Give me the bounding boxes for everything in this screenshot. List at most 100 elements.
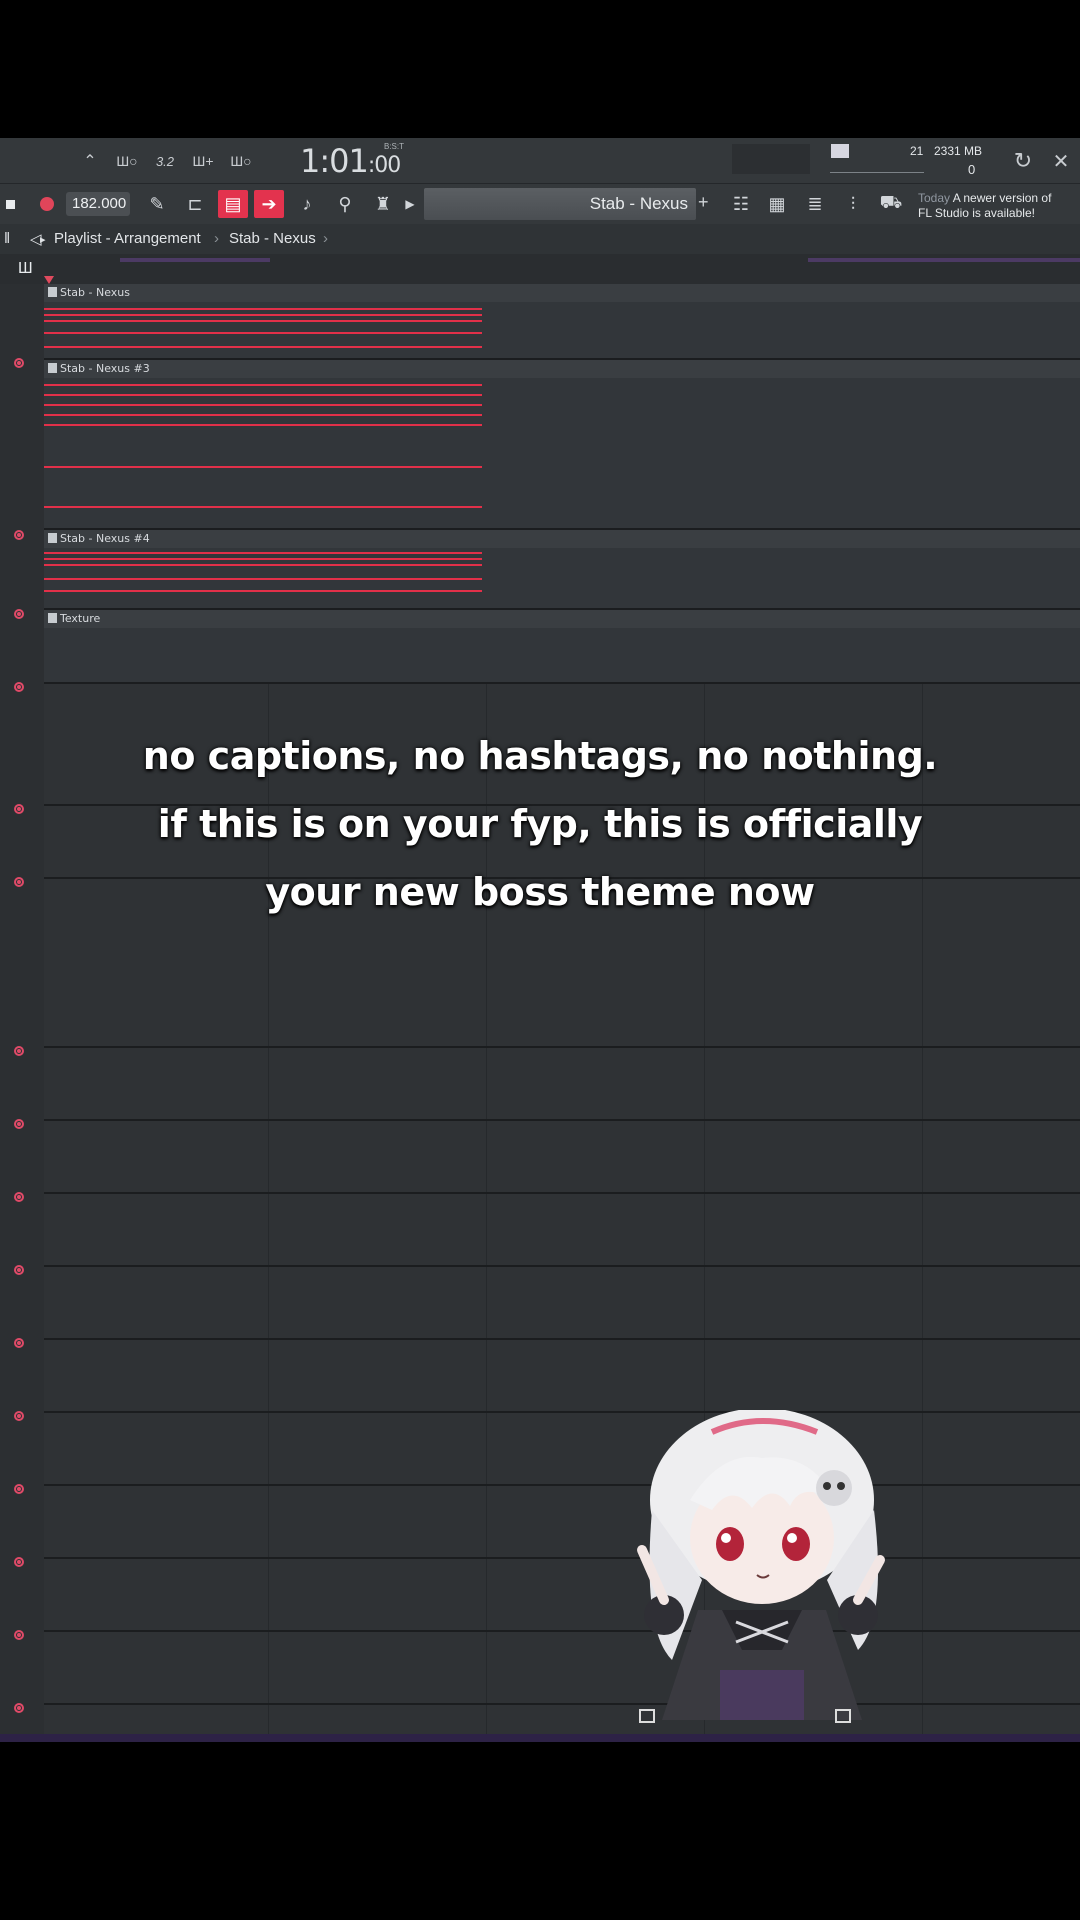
track-mute-dot[interactable]: [14, 1192, 24, 1202]
clip-menu-icon[interactable]: [48, 363, 57, 373]
overdub-icon[interactable]: Ш+: [188, 146, 218, 176]
time-selection-bar: [120, 258, 270, 262]
channel-rack-icon[interactable]: ▦: [762, 190, 792, 218]
caption-line-2: if this is on your fyp, this is official…: [157, 802, 923, 846]
news-line-1: A newer version of: [952, 191, 1052, 205]
track-mute-dot[interactable]: [14, 1265, 24, 1275]
track-separator: [44, 682, 1080, 684]
timeline-ruler[interactable]: Ш: [0, 254, 1080, 284]
note: [44, 414, 482, 416]
typing-keyboard-icon[interactable]: ⊏: [180, 190, 210, 218]
news-panel[interactable]: Today A newer version of FL Studio is av…: [918, 191, 1078, 221]
pattern-selector[interactable]: Stab - Nexus: [424, 188, 696, 220]
add-pattern-button[interactable]: +: [698, 192, 709, 213]
time-selection-bar-end: [808, 258, 1080, 262]
playhead-marker[interactable]: [44, 276, 54, 284]
note: [44, 384, 482, 386]
track-mute-dot[interactable]: [14, 1046, 24, 1056]
track-mute-dot[interactable]: [14, 1119, 24, 1129]
song-arrow-icon[interactable]: ➔: [254, 190, 284, 218]
close-x-icon[interactable]: ✕: [1046, 146, 1076, 176]
clip-body: [44, 302, 1080, 358]
note: [44, 424, 482, 426]
track-separator: [44, 1046, 1080, 1048]
playlist-icon[interactable]: ☷: [726, 190, 756, 218]
playlist-grid[interactable]: Stab - Nexus Stab - Nexus #3 Stab - Nexu…: [44, 284, 1080, 1742]
track-separator: [44, 1119, 1080, 1121]
clip-name: Stab - Nexus #4: [60, 532, 150, 545]
track-separator: [44, 1265, 1080, 1267]
piano-keys-icon[interactable]: Ш: [18, 260, 38, 278]
track-mute-dot[interactable]: [14, 1338, 24, 1348]
track-mute-dot[interactable]: [14, 682, 24, 692]
news-line-2: FL Studio is available!: [918, 206, 1035, 220]
caption-line-3: your new boss theme now: [265, 870, 815, 914]
clip-menu-icon[interactable]: [48, 533, 57, 543]
track-mute-dot[interactable]: [14, 1411, 24, 1421]
pattern-clip[interactable]: Texture: [44, 610, 1080, 682]
pattern-clip[interactable]: Stab - Nexus: [44, 284, 1080, 358]
snap-icon[interactable]: ✎: [142, 190, 172, 218]
mixer-icon[interactable]: ≣: [800, 190, 830, 218]
fl-studio-window: ⌃ Ш○ 3.2 Ш+ Ш○ 1:01:00 B:S:T 21 2331 MB …: [0, 138, 1080, 1742]
playlist-track-area[interactable]: Stab - Nexus Stab - Nexus #3 Stab - Nexu…: [0, 284, 1080, 1742]
breadcrumb-separator-2: ›: [323, 230, 328, 247]
track-mute-dot[interactable]: [14, 1703, 24, 1713]
stop-button[interactable]: [6, 200, 15, 209]
note: [44, 404, 482, 406]
track-separator: [44, 1557, 1080, 1559]
piano-roll-icon[interactable]: ▤: [218, 190, 248, 218]
track-mute-dot[interactable]: [14, 1630, 24, 1640]
memory-readout: 2331 MB: [934, 144, 983, 158]
track-mute-dot[interactable]: [14, 1557, 24, 1567]
cpu-graph-line: [830, 172, 924, 173]
time-main: 1:01: [300, 142, 369, 180]
oscilloscope-monitor: [732, 144, 810, 174]
time-mode-label: B:S:T: [384, 142, 405, 151]
note: [44, 308, 482, 310]
wait-record-icon[interactable]: Ш○: [112, 146, 142, 176]
record-button[interactable]: [40, 197, 54, 211]
pause-icon[interactable]: ǁ: [4, 230, 10, 247]
clip-body: [44, 628, 1080, 682]
loop-record-icon[interactable]: Ш○: [226, 146, 256, 176]
note: [44, 564, 482, 566]
clip-name: Stab - Nexus: [60, 286, 130, 299]
plugin-icon[interactable]: ♜: [368, 190, 398, 218]
cpu-value: 21: [910, 144, 924, 158]
link-icon[interactable]: ⚲: [330, 190, 360, 218]
browser-icon[interactable]: ⫶: [838, 190, 868, 218]
track-separator: [44, 1630, 1080, 1632]
clip-name: Texture: [60, 612, 101, 625]
draw-icon[interactable]: ♪: [292, 190, 322, 218]
pattern-clip[interactable]: Stab - Nexus #4: [44, 530, 1080, 608]
track-separator: [44, 1192, 1080, 1194]
clip-body: [44, 378, 1080, 528]
note: [44, 346, 482, 348]
transport-toolbar: 182.000 ✎ ⊏ ▤ ➔ ♪ ⚲ ♜ ▶ Stab - Nexus + ☷…: [0, 184, 1080, 224]
track-mute-dot[interactable]: [14, 609, 24, 619]
track-mute-dot[interactable]: [14, 358, 24, 368]
clip-title: Stab - Nexus #4: [44, 530, 1080, 548]
breadcrumb-pattern[interactable]: Stab - Nexus: [229, 230, 316, 247]
tempo-display[interactable]: 182.000: [66, 192, 130, 216]
step-edit-icon[interactable]: 3.2: [150, 146, 180, 176]
refresh-icon[interactable]: ↻: [1008, 146, 1038, 176]
play-small-icon[interactable]: ▶: [400, 190, 420, 218]
track-headers: [0, 284, 44, 1742]
note: [44, 590, 482, 592]
track-mute-dot[interactable]: [14, 1484, 24, 1494]
clip-menu-icon[interactable]: [48, 613, 57, 623]
bottom-scroll-bar[interactable]: [0, 1734, 1080, 1742]
clip-menu-icon[interactable]: [48, 287, 57, 297]
track-mute-dot[interactable]: [14, 530, 24, 540]
caption-line-1: no captions, no hashtags, no nothing.: [142, 734, 938, 778]
shop-icon[interactable]: ⛟: [876, 190, 906, 218]
clip-title: Stab - Nexus: [44, 284, 1080, 302]
polyphony-readout: 0: [968, 162, 976, 177]
metronome-icon[interactable]: ⌃: [76, 146, 104, 176]
note: [44, 394, 482, 396]
note: [44, 314, 482, 316]
note: [44, 466, 482, 468]
pattern-clip[interactable]: Stab - Nexus #3: [44, 360, 1080, 528]
